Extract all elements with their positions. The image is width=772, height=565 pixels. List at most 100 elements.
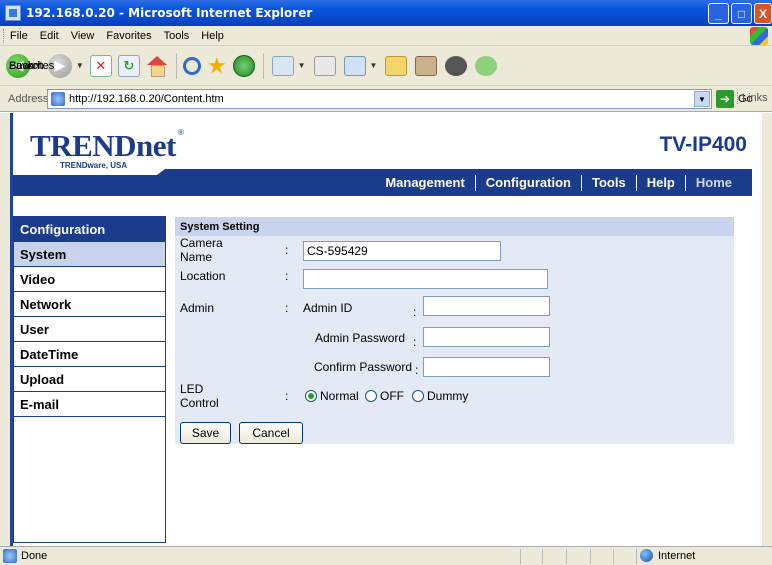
nav-home[interactable]: Home — [684, 174, 742, 191]
location-label: Location — [180, 269, 226, 283]
colon: : — [413, 335, 417, 349]
admin-id-input[interactable] — [423, 296, 550, 316]
sidebar-title: Configuration — [14, 217, 165, 242]
history-icon — [232, 54, 255, 77]
led-dummy-radio[interactable]: Dummy — [412, 389, 468, 403]
chevron-down-icon[interactable]: ▼ — [370, 61, 378, 70]
confirm-password-label: Confirm Password — [314, 360, 413, 374]
menubar-grip[interactable] — [3, 28, 6, 43]
sidebar-item-email[interactable]: E-mail — [14, 392, 165, 417]
menu-file[interactable]: File — [10, 30, 28, 42]
security-zone: Internet — [640, 549, 695, 562]
chevron-down-icon[interactable]: ▼ — [694, 91, 710, 107]
nav-help[interactable]: Help — [635, 174, 685, 191]
led-off-label: OFF — [380, 389, 404, 403]
sidebar-item-datetime[interactable]: DateTime — [14, 342, 165, 367]
go-arrow-icon: ➔ — [716, 90, 734, 108]
ie-page-icon — [5, 5, 21, 21]
status-divider — [590, 549, 591, 564]
camera-name-input[interactable] — [303, 241, 501, 261]
maximize-button[interactable]: □ — [731, 3, 752, 24]
status-divider — [542, 549, 543, 564]
nav-notch — [10, 169, 165, 175]
camera-name-label: Camera Name — [180, 236, 223, 264]
close-button[interactable]: X — [754, 3, 772, 24]
chevron-down-icon[interactable]: ▼ — [298, 61, 306, 70]
confirm-password-input[interactable] — [423, 357, 550, 377]
sidebar-item-system[interactable]: System — [14, 242, 165, 267]
save-button[interactable]: Save — [180, 422, 231, 444]
menu-edit[interactable]: Edit — [40, 30, 59, 42]
address-input[interactable]: http://192.168.0.20/Content.htm ▼ — [47, 89, 712, 109]
led-control-label: LED Control — [180, 382, 219, 410]
research-icon[interactable] — [415, 55, 438, 76]
nav-items: Management Configuration Tools Help Home — [375, 169, 742, 196]
admin-id-label: Admin ID — [303, 301, 353, 315]
sidebar-item-network[interactable]: Network — [14, 292, 165, 317]
menu-view[interactable]: View — [71, 30, 95, 42]
search-button[interactable]: Search — [9, 51, 201, 81]
window-controls: _ □ X — [708, 3, 772, 24]
menu-bar: File Edit View Favorites Tools Help — [0, 26, 772, 46]
location-input[interactable] — [303, 269, 548, 289]
search-icon — [182, 56, 201, 75]
radio-selected-icon[interactable] — [305, 390, 317, 402]
favorites-button[interactable]: ★ Favorites — [9, 51, 227, 81]
links-button[interactable]: Links — [737, 92, 768, 104]
menu-help[interactable]: Help — [201, 30, 224, 42]
messenger-icon[interactable] — [445, 55, 468, 76]
window-title-bar[interactable]: 192.168.0.20 - Microsoft Internet Explor… — [0, 0, 772, 26]
colon: : — [285, 243, 289, 257]
content-left-border — [10, 113, 13, 546]
radio-unselected-icon[interactable] — [365, 390, 377, 402]
stop-icon: ✕ — [89, 54, 112, 77]
chevron-down-icon[interactable]: ▼ — [76, 61, 84, 70]
radio-unselected-icon[interactable] — [412, 390, 424, 402]
colon: : — [285, 269, 289, 283]
page-content: TRENDnet TRENDware, USA ® TV-IP400 Manag… — [10, 113, 762, 546]
nav-tools[interactable]: Tools — [581, 174, 636, 191]
sidebar-item-upload[interactable]: Upload — [14, 367, 165, 392]
nav-management[interactable]: Management — [375, 175, 474, 191]
edit-icon[interactable] — [343, 55, 366, 76]
stop-button[interactable]: ✕ — [89, 51, 112, 81]
mail-icon[interactable] — [271, 55, 294, 76]
windows-logo-icon — [750, 27, 768, 45]
logo-brand: TRENDnet — [30, 128, 176, 163]
led-normal-radio[interactable]: Normal — [305, 389, 359, 403]
toolbar-separator — [175, 52, 177, 79]
admin-password-input[interactable] — [423, 327, 550, 347]
toolbar-separator — [262, 52, 264, 79]
contacts-icon[interactable] — [475, 55, 498, 76]
zone-label: Internet — [658, 549, 696, 562]
home-icon — [146, 55, 168, 77]
refresh-button[interactable]: ↻ — [117, 51, 140, 81]
address-bar: Address http://192.168.0.20/Content.htm … — [0, 86, 772, 112]
led-normal-label: Normal — [320, 389, 359, 403]
trendnet-logo: TRENDnet TRENDware, USA ® — [30, 128, 184, 170]
history-button[interactable] — [232, 51, 255, 81]
favorites-star-icon: ★ — [206, 52, 227, 78]
page-icon — [51, 92, 65, 106]
print-icon[interactable] — [313, 55, 336, 76]
page-done-icon — [3, 549, 17, 563]
home-button[interactable] — [146, 51, 168, 81]
menu-tools[interactable]: Tools — [164, 30, 190, 42]
model-name: TV-IP400 — [659, 133, 747, 156]
led-off-radio[interactable]: OFF — [365, 389, 404, 403]
window-title: 192.168.0.20 - Microsoft Internet Explor… — [26, 6, 313, 20]
colon: : — [415, 363, 419, 377]
cancel-button[interactable]: Cancel — [239, 422, 303, 444]
status-divider — [613, 549, 614, 564]
colon: : — [285, 301, 289, 315]
sidebar-item-video[interactable]: Video — [14, 267, 165, 292]
folder-icon[interactable] — [385, 55, 408, 76]
address-url[interactable]: http://192.168.0.20/Content.htm — [69, 93, 224, 105]
menu-favorites[interactable]: Favorites — [106, 30, 151, 42]
window-frame-right — [762, 113, 772, 546]
nav-configuration[interactable]: Configuration — [474, 174, 581, 191]
status-text: Done — [21, 550, 48, 562]
minimize-button[interactable]: _ — [708, 3, 729, 24]
led-dummy-label: Dummy — [427, 389, 469, 403]
sidebar-item-user[interactable]: User — [14, 317, 165, 342]
